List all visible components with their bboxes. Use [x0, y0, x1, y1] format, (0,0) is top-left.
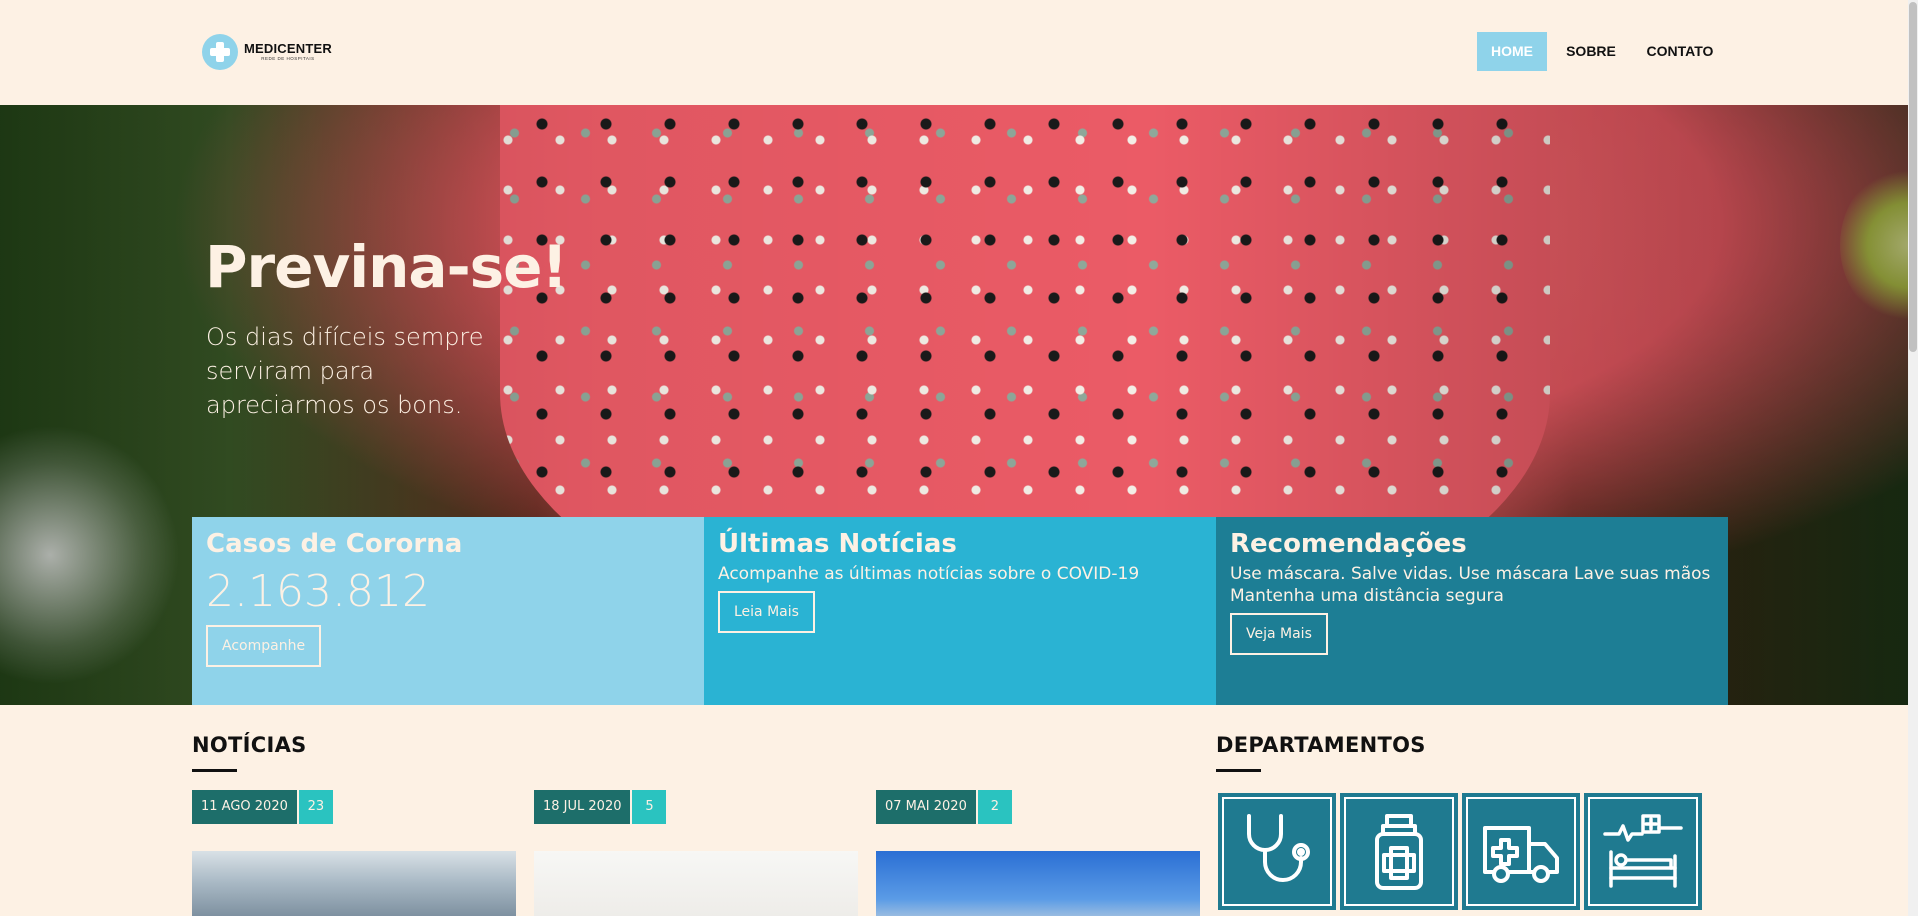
- stethoscope-icon: [1247, 813, 1310, 882]
- hero-title: Previna-se!: [205, 233, 568, 301]
- scrollbar-thumb[interactable]: [1909, 2, 1917, 352]
- cases-count: 2.163.812: [206, 566, 430, 617]
- read-more-button[interactable]: Leia Mais: [718, 591, 815, 633]
- news-heading: NOTÍCIAS: [192, 733, 307, 757]
- nav-sobre[interactable]: SOBRE: [1558, 32, 1624, 71]
- news-date: 07 MAI 2020: [876, 790, 976, 824]
- news-date: 11 AGO 2020: [192, 790, 297, 824]
- see-more-button[interactable]: Veja Mais: [1230, 613, 1328, 655]
- divider: [1216, 769, 1261, 772]
- departments-grid: [1218, 793, 1706, 910]
- card-recommendations: Recomendações Use máscara. Salve vidas. …: [1216, 517, 1728, 705]
- nav-home[interactable]: HOME: [1477, 32, 1547, 71]
- nav-contato[interactable]: CONTATO: [1640, 32, 1720, 71]
- comment-count: 5: [632, 790, 667, 824]
- department-tile[interactable]: [1584, 793, 1702, 910]
- card-title: Recomendações: [1230, 529, 1467, 559]
- news-card[interactable]: 07 MAI 2020 2: [876, 790, 1200, 916]
- department-tile[interactable]: [1340, 793, 1458, 910]
- info-cards: Casos de Cororna 2.163.812 Acompanhe Últ…: [192, 517, 1728, 705]
- hospital-bed-icon: [1603, 813, 1683, 888]
- card-text: Use máscara. Salve vidas. Use máscara La…: [1230, 564, 1711, 606]
- follow-button[interactable]: Acompanhe: [206, 625, 322, 667]
- card-title: Casos de Cororna: [206, 529, 463, 559]
- department-tile[interactable]: [1218, 793, 1336, 910]
- medicine-bottle-icon: [1375, 813, 1423, 890]
- news-image[interactable]: [534, 851, 858, 916]
- news-image[interactable]: [192, 851, 516, 916]
- news-card[interactable]: 18 JUL 2020 5: [534, 790, 858, 916]
- news-image[interactable]: [876, 851, 1200, 916]
- card-text: Acompanhe as últimas notícias sobre o CO…: [718, 564, 1140, 584]
- divider: [192, 769, 237, 772]
- main-nav: HOME SOBRE CONTATO: [0, 32, 1918, 71]
- news-card[interactable]: 11 AGO 2020 23: [192, 790, 516, 916]
- comment-count: 2: [977, 790, 1012, 824]
- departments-heading: DEPARTAMENTOS: [1216, 733, 1426, 757]
- site-header: MEDICENTER REDE DE HOSPITAIS HOME SOBRE …: [0, 0, 1918, 105]
- comment-count: 23: [298, 790, 333, 824]
- card-news: Últimas Notícias Acompanhe as últimas no…: [704, 517, 1216, 705]
- department-tile[interactable]: [1462, 793, 1580, 910]
- card-title: Últimas Notícias: [718, 529, 957, 559]
- hero-subtitle: Os dias difíceis sempre serviram para ap…: [206, 323, 484, 419]
- news-date: 18 JUL 2020: [534, 790, 631, 824]
- ambulance-icon: [1483, 825, 1559, 883]
- card-cases: Casos de Cororna 2.163.812 Acompanhe: [192, 517, 704, 705]
- scrollbar[interactable]: [1908, 0, 1918, 916]
